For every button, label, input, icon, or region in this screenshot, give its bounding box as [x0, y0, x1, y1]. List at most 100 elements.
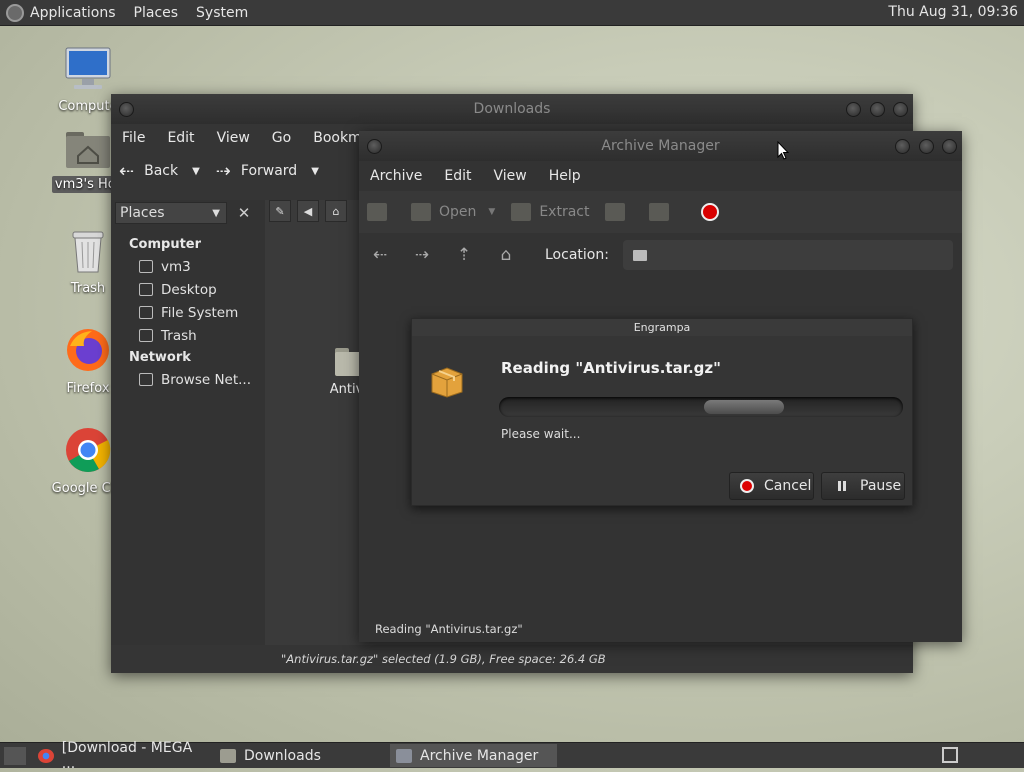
places-list: Computer vm3 Desktop File System Trash N… [111, 234, 265, 391]
sidebar-item-desktop[interactable]: Desktop [111, 278, 265, 301]
section-computer: Computer [129, 237, 202, 252]
location-bar: ⇠ ⇢ ⇡ ⌂ Location: [359, 233, 962, 277]
desktop-icon [139, 283, 153, 296]
window-menu-button[interactable] [367, 139, 382, 154]
new-archive-icon [367, 203, 387, 221]
section-network: Network [129, 350, 191, 365]
sidebar-item-trash[interactable]: Trash [111, 324, 265, 347]
chrome-icon [38, 748, 54, 763]
task-mega-download[interactable]: [Download - MEGA ... [32, 740, 214, 772]
back-arrow-icon[interactable]: ⇠ [369, 245, 391, 265]
archive-title: Archive Manager [601, 138, 720, 154]
window-menu-button[interactable] [119, 102, 134, 117]
downloads-statusbar: "Antivirus.tar.gz" selected (1.9 GB), Fr… [265, 645, 913, 673]
downloads-title: Downloads [473, 101, 551, 117]
forward-arrow-icon[interactable]: ⇢ [411, 245, 433, 265]
task-archive-manager[interactable]: Archive Manager [390, 744, 557, 767]
path-bar: ✎ ◀ ⌂ [265, 196, 347, 226]
menu-view[interactable]: View [483, 168, 538, 184]
top-panel: Applications Places System Thu Aug 31, 0… [0, 0, 1024, 26]
menu-file[interactable]: File [111, 130, 156, 146]
downloads-titlebar[interactable]: Downloads [111, 94, 913, 124]
menu-help[interactable]: Help [538, 168, 592, 184]
folder-icon [220, 748, 236, 763]
archive-menubar: Archive Edit View Help [359, 161, 962, 191]
menu-go[interactable]: Go [261, 130, 302, 146]
sidebar-item-filesystem[interactable]: File System [111, 301, 265, 324]
archive-toolbar: Open ▼ Extract [359, 191, 962, 233]
path-home-icon[interactable]: ⌂ [325, 200, 347, 222]
forward-arrow-icon: ⇢ [215, 160, 231, 182]
pause-icon [838, 481, 846, 491]
maximize-button[interactable] [919, 139, 934, 154]
progress-dialog: Engrampa Reading "Antivirus.tar.gz" Plea… [411, 318, 913, 506]
sidebar-item-vm3[interactable]: vm3 [111, 255, 265, 278]
workspace-switcher-icon[interactable] [942, 747, 958, 763]
cancel-icon [740, 479, 754, 493]
minimize-button[interactable] [846, 102, 861, 117]
menu-applications[interactable]: Applications [30, 5, 116, 21]
chevron-down-icon: ▼ [212, 207, 220, 219]
home-folder-icon [66, 132, 110, 168]
new-archive-button[interactable] [367, 203, 395, 221]
add-folder-icon [649, 203, 670, 221]
back-button[interactable]: ⇠ Back ▼ [111, 161, 208, 182]
add-files-icon [605, 203, 626, 221]
minimize-button[interactable] [895, 139, 910, 154]
add-files-button[interactable] [605, 203, 633, 221]
cancel-button[interactable]: Cancel [729, 472, 814, 500]
dialog-heading: Reading "Antivirus.tar.gz" [501, 359, 721, 377]
menu-archive[interactable]: Archive [359, 168, 433, 184]
pause-button[interactable]: Pause [821, 472, 905, 500]
package-icon [431, 367, 463, 398]
clock[interactable]: Thu Aug 31, 09:36 [888, 4, 1018, 20]
chevron-down-icon[interactable]: ▼ [488, 207, 495, 217]
computer-icon [65, 47, 111, 89]
archive-manager-icon [396, 748, 412, 763]
menu-edit[interactable]: Edit [433, 168, 482, 184]
location-label: Location: [545, 247, 609, 263]
home-icon[interactable]: ⌂ [495, 245, 517, 265]
close-button[interactable] [942, 139, 957, 154]
trash-icon [72, 231, 104, 273]
maximize-button[interactable] [870, 102, 885, 117]
open-icon [411, 203, 431, 221]
extract-button[interactable]: Extract [511, 203, 589, 221]
dialog-title: Engrampa [412, 319, 912, 336]
location-field[interactable] [622, 240, 953, 270]
chevron-down-icon[interactable]: ▼ [311, 166, 319, 177]
network-icon [139, 373, 153, 386]
path-left-icon[interactable]: ◀ [297, 200, 319, 222]
sidebar-item-browse-network[interactable]: Browse Net... [111, 368, 265, 391]
places-selector[interactable]: Places ▼ [115, 202, 227, 224]
menu-system[interactable]: System [196, 5, 248, 21]
home-icon [139, 260, 153, 273]
archive-statusbar: Reading "Antivirus.tar.gz" [375, 622, 523, 636]
drive-icon [139, 306, 153, 319]
mouse-cursor-icon [777, 141, 789, 160]
menu-view[interactable]: View [206, 130, 261, 146]
close-button[interactable] [893, 102, 908, 117]
edit-location-icon[interactable]: ✎ [269, 200, 291, 222]
up-arrow-icon[interactable]: ⇡ [453, 245, 475, 265]
progress-pulse [704, 400, 784, 414]
show-desktop-icon[interactable] [4, 746, 26, 765]
firefox-icon [67, 329, 109, 371]
task-downloads[interactable]: Downloads [214, 744, 386, 767]
places-sidebar: Places ▼ ✕ Computer vm3 Desktop File Sys… [111, 200, 265, 645]
chevron-down-icon[interactable]: ▼ [192, 166, 200, 177]
menu-places[interactable]: Places [134, 5, 179, 21]
mate-logo-icon[interactable] [6, 3, 24, 22]
progress-bar [499, 397, 903, 417]
open-button[interactable]: Open ▼ [411, 203, 495, 221]
add-folder-button[interactable] [649, 203, 677, 221]
forward-button[interactable]: ⇢ Forward ▼ [208, 161, 327, 182]
trash-icon [139, 329, 153, 342]
archive-titlebar[interactable]: Archive Manager [359, 131, 962, 161]
close-sidebar-icon[interactable]: ✕ [235, 204, 253, 222]
folder-icon [632, 249, 647, 261]
menu-edit[interactable]: Edit [156, 130, 205, 146]
stop-icon[interactable] [701, 203, 720, 221]
bottom-panel: [Download - MEGA ... Downloads Archive M… [0, 740, 1024, 772]
back-arrow-icon: ⇠ [119, 160, 135, 182]
